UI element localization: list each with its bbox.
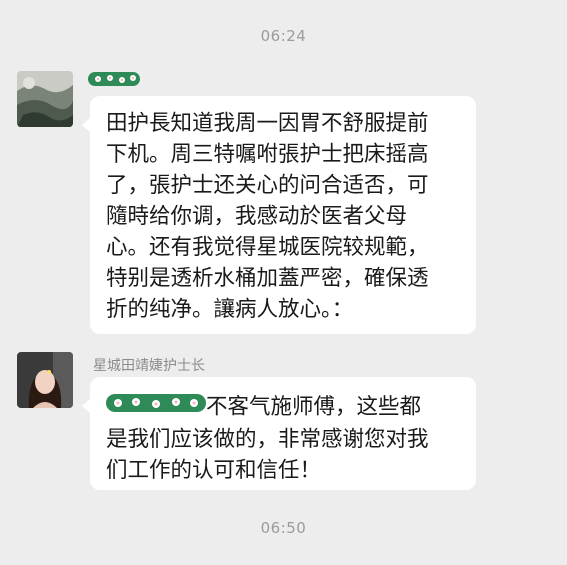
sender-name: 星城田靖婕护士长 (93, 358, 205, 374)
portrait-avatar-icon (17, 352, 73, 408)
avatar-patient[interactable] (17, 71, 73, 127)
message-line: 特别是透析水桶加蓋严密，確保透 (106, 266, 429, 291)
message-line: 不客气施师傅，这些都 (106, 391, 462, 424)
message-bubble-2[interactable]: 不客气施师傅，这些都 是我们应该做的，非常感谢您对我 们工作的认可和信任！ (82, 377, 476, 490)
message-line: 下机。周三特嘱咐張护士把床摇高 (106, 142, 429, 167)
flower-sticker-icon (106, 394, 206, 412)
message-line: 隨時给你调，我感动於医者父母 (106, 204, 408, 229)
message-line: 折的纯净。讓病人放心。： (106, 297, 354, 322)
message-line: 们工作的认可和信任！ (106, 458, 322, 483)
timestamp-bottom: 06:50 (260, 519, 307, 537)
message-text: 不客气施师傅，这些都 (206, 394, 422, 420)
timestamp-top: 06:24 (260, 27, 307, 45)
sender-name-censored (88, 70, 140, 92)
message-bubble-1[interactable]: 田护長知道我周一因胃不舒服提前 下机。周三特嘱咐張护士把床摇高 了，張护士还关心… (82, 96, 476, 334)
message-line: 了，張护士还关心的问合适否，可 (106, 173, 429, 198)
censored-name (106, 391, 206, 424)
message-line: 田护長知道我周一因胃不舒服提前 (106, 111, 429, 136)
message-line: 心。还有我觉得星城医院较规範， (106, 235, 429, 260)
flower-sticker-icon (88, 72, 140, 86)
landscape-avatar-icon (17, 71, 73, 127)
message-line: 是我们应该做的，非常感谢您对我 (106, 427, 429, 452)
avatar-nurse[interactable] (17, 352, 73, 408)
